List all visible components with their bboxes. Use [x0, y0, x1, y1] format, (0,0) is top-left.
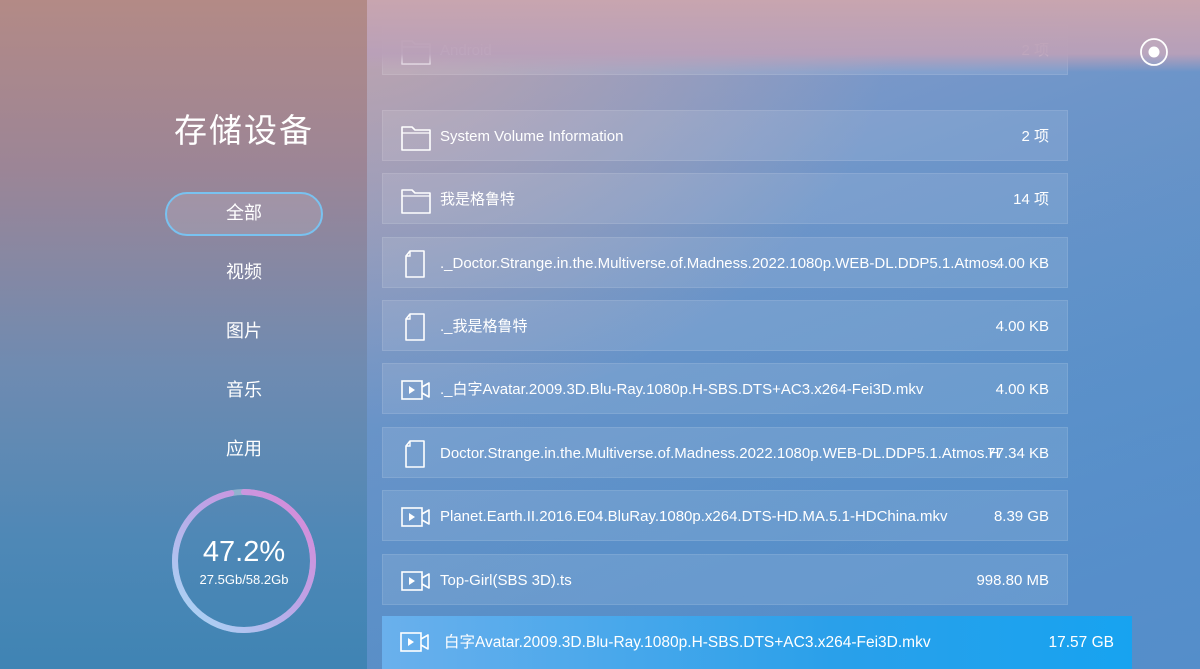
list-item-selected[interactable]: 白字Avatar.2009.3D.Blu-Ray.1080p.H-SBS.DTS…	[382, 616, 1132, 669]
file-name: ._我是格鲁特	[440, 318, 528, 335]
list-item[interactable]: Planet.Earth.II.2016.E04.BluRay.1080p.x2…	[382, 490, 1068, 541]
file-meta: 4.00 KB	[995, 318, 1049, 335]
list-item[interactable]: 我是格鲁特 14 项	[382, 173, 1068, 224]
file-name: ._白字Avatar.2009.3D.Blu-Ray.1080p.H-SBS.D…	[440, 381, 924, 398]
file-name: Top-Girl(SBS 3D).ts	[440, 572, 572, 589]
video-icon	[401, 571, 430, 591]
file-name: 我是格鲁特	[440, 191, 516, 208]
options-button[interactable]	[1139, 37, 1169, 67]
nav-item-pictures[interactable]: 图片	[165, 310, 323, 354]
file-meta: 14 项	[1013, 191, 1049, 208]
file-meta: 2 项	[1021, 42, 1049, 59]
file-meta: 17.57 GB	[1048, 634, 1115, 651]
list-item[interactable]: System Volume Information 2 项	[382, 110, 1068, 161]
list-item[interactable]: ._我是格鲁特 4.00 KB	[382, 300, 1068, 351]
file-meta: 998.80 MB	[976, 572, 1049, 589]
list-item[interactable]: ._Doctor.Strange.in.the.Multiverse.of.Ma…	[382, 237, 1068, 288]
file-meta: 4.00 KB	[995, 255, 1049, 272]
file-meta: 4.00 KB	[995, 381, 1049, 398]
category-nav: 全部 视频 图片 音乐 应用	[165, 192, 323, 487]
file-meta: 8.39 GB	[993, 508, 1049, 525]
file-name: ._Doctor.Strange.in.the.Multiverse.of.Ma…	[440, 255, 1000, 272]
nav-item-all[interactable]: 全部	[165, 192, 323, 236]
folder-icon	[401, 126, 431, 151]
video-icon	[400, 632, 429, 652]
nav-item-music[interactable]: 音乐	[165, 369, 323, 413]
options-icon-dot	[1148, 46, 1160, 58]
file-manager-screen: 存储设备 全部 视频 图片 音乐 应用 47.2% 27.5Gb/58.2Gb	[0, 0, 1200, 669]
file-list: Android 2 项 System Volume Information 2 …	[382, 24, 1134, 669]
sidebar: 存储设备 全部 视频 图片 音乐 应用 47.2% 27.5Gb/58.2Gb	[0, 0, 367, 669]
file-name: System Volume Information	[440, 128, 624, 145]
video-icon	[401, 507, 430, 527]
file-meta: 77.34 KB	[987, 445, 1049, 462]
file-name: 白字Avatar.2009.3D.Blu-Ray.1080p.H-SBS.DTS…	[444, 634, 931, 651]
folder-icon	[401, 40, 431, 65]
list-item[interactable]: ._白字Avatar.2009.3D.Blu-Ray.1080p.H-SBS.D…	[382, 363, 1068, 414]
list-item[interactable]: Android 2 项	[382, 24, 1068, 75]
list-item[interactable]: Top-Girl(SBS 3D).ts 998.80 MB	[382, 554, 1068, 605]
file-icon	[405, 440, 425, 468]
video-icon	[401, 380, 430, 400]
nav-item-video[interactable]: 视频	[165, 251, 323, 295]
file-name: Android	[440, 42, 492, 59]
nav-item-apps[interactable]: 应用	[165, 428, 323, 472]
file-name: Planet.Earth.II.2016.E04.BluRay.1080p.x2…	[440, 508, 948, 525]
list-item[interactable]: Doctor.Strange.in.the.Multiverse.of.Madn…	[382, 427, 1068, 478]
folder-icon	[401, 189, 431, 214]
file-name: Doctor.Strange.in.the.Multiverse.of.Madn…	[440, 445, 1000, 462]
storage-percent: 47.2%	[202, 536, 286, 568]
file-icon	[405, 313, 425, 341]
file-icon	[405, 250, 425, 278]
file-meta: 2 项	[1021, 128, 1049, 145]
storage-usage-text: 27.5Gb/58.2Gb	[199, 572, 289, 587]
